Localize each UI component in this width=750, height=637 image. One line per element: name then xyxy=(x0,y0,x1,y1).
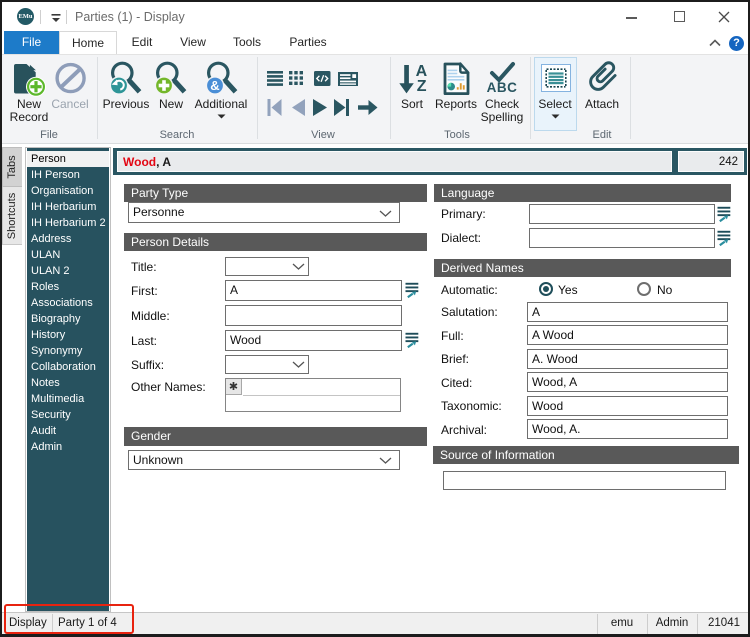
svg-text:&: & xyxy=(210,78,219,93)
svg-text:ABC: ABC xyxy=(487,80,518,94)
svg-text:Z: Z xyxy=(417,78,427,95)
